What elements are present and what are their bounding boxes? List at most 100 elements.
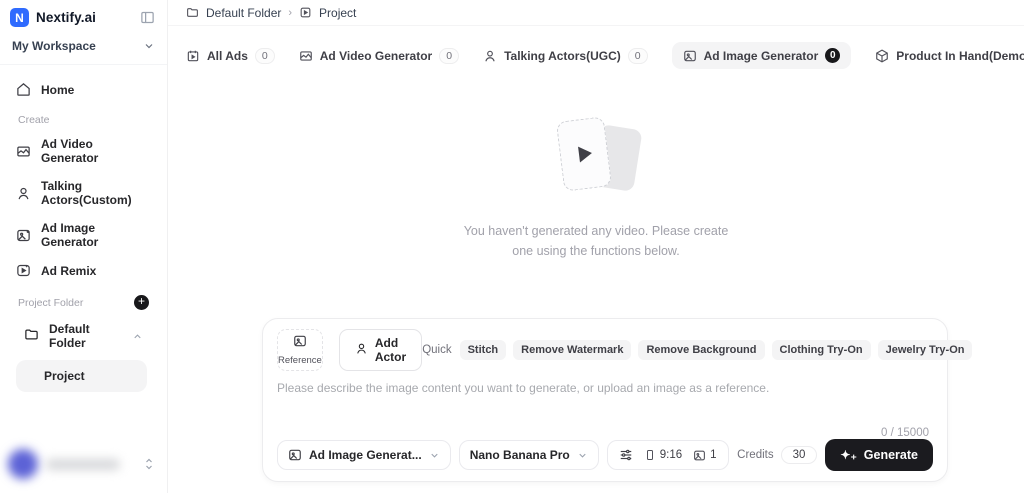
generate-button[interactable]: ✦₊ Generate	[825, 439, 933, 471]
sidebar-item-label: Ad Remix	[41, 263, 97, 278]
reference-label: Reference	[278, 355, 322, 366]
sidebar-item-home[interactable]: Home	[8, 75, 159, 104]
chevron-down-icon	[577, 450, 588, 461]
empty-state-illustration	[536, 115, 656, 207]
composer-panel: Reference Add Actor Quick Stitch Remove …	[262, 318, 973, 482]
credits-value: 30	[780, 446, 818, 464]
avatar	[8, 449, 38, 479]
home-icon	[16, 82, 31, 97]
mode-dropdown-value: Ad Image Generat...	[309, 448, 422, 462]
sidebar-item-ad-image-generator[interactable]: Ad Image Generator	[8, 214, 159, 256]
play-square-icon	[299, 6, 312, 19]
image-icon	[683, 49, 697, 63]
image-count-option[interactable]: 1	[693, 449, 717, 462]
chevron-up-icon	[132, 331, 143, 342]
chevron-updown-icon	[143, 457, 155, 471]
cube-icon	[875, 48, 889, 63]
quick-label: Quick	[422, 344, 452, 356]
person-icon	[355, 342, 368, 358]
sidebar-item-ad-remix[interactable]: Ad Remix	[8, 256, 159, 285]
sidebar-item-label: Home	[41, 82, 75, 97]
generate-label: Generate	[863, 448, 918, 462]
sidebar-item-label: Project	[44, 369, 85, 383]
breadcrumb-page[interactable]: Project	[319, 6, 356, 20]
workspace-selector[interactable]: My Workspace	[0, 33, 167, 65]
add-actor-button[interactable]: Add Actor	[338, 329, 423, 371]
folder-icon	[24, 327, 39, 345]
chip-remove-background[interactable]: Remove Background	[638, 340, 765, 360]
aspect-ratio-option[interactable]: 9:16	[644, 449, 682, 461]
tab-label: Ad Image Generator	[703, 48, 819, 63]
reference-upload-button[interactable]: Reference	[277, 329, 323, 371]
sidebar-header: N Nextify.ai	[0, 0, 167, 33]
image-plus-icon	[16, 228, 31, 243]
quick-actions: Quick Stitch Remove Watermark Remove Bac…	[422, 340, 973, 360]
tab-label: All Ads	[207, 48, 248, 63]
play-icon	[578, 145, 593, 163]
empty-state-message: You haven't generated any video. Please …	[463, 224, 729, 258]
sidebar-item-label: Default Folder	[49, 322, 90, 350]
brand-name: Nextify.ai	[36, 10, 97, 25]
sidebar-item-talking-actors[interactable]: Talking Actors(Custom)	[8, 172, 159, 214]
tab-count: 0	[254, 47, 275, 64]
add-folder-button[interactable]: +	[134, 295, 149, 310]
video-frames-icon	[16, 144, 31, 159]
sidebar-item-label: Talking Actors(Custom)	[41, 179, 132, 207]
person-icon	[483, 49, 497, 63]
tab-count-badge: 0	[825, 48, 841, 63]
output-settings-group: 9:16 1	[606, 440, 729, 470]
sidebar: N Nextify.ai My Workspace Home Create Ad…	[0, 0, 168, 493]
model-dropdown[interactable]: Nano Banana Pro	[458, 440, 599, 470]
chevron-down-icon	[143, 40, 155, 52]
tab-label: Talking Actors(UGC)	[504, 48, 621, 63]
tab-talking-actors-ugc[interactable]: Talking Actors(UGC) 0	[483, 47, 648, 64]
breadcrumb-separator: ›	[288, 6, 293, 19]
workspace-label: My Workspace	[12, 39, 96, 53]
brand-logo: N	[10, 8, 29, 27]
mode-dropdown[interactable]: Ad Image Generat...	[277, 440, 451, 470]
composer-controls: Ad Image Generat... Nano Banana Pro 9:16	[277, 439, 933, 471]
chip-remove-watermark[interactable]: Remove Watermark	[513, 340, 632, 360]
sidebar-item-default-folder[interactable]: Default Folder	[16, 314, 151, 358]
play-star-icon	[16, 263, 31, 278]
sidebar-collapse-icon[interactable]	[140, 10, 155, 25]
aspect-ratio-value: 9:16	[659, 449, 683, 461]
folder-icon	[186, 6, 199, 19]
video-frames-icon	[299, 49, 313, 63]
tab-label: Product In Hand(Demo)	[896, 48, 1024, 63]
tab-count: 0	[627, 47, 648, 64]
sidebar-item-project[interactable]: Project	[16, 360, 147, 392]
sidebar-item-ad-video-generator[interactable]: Ad Video Generator	[8, 130, 159, 172]
model-dropdown-value: Nano Banana Pro	[469, 448, 570, 462]
prompt-input[interactable]	[277, 381, 933, 435]
chip-jewelry-try-on[interactable]: Jewelry Try-On	[877, 340, 973, 360]
breadcrumb: Default Folder › Project	[168, 0, 1024, 26]
image-count-value: 1	[710, 449, 717, 461]
tab-ad-image-generator[interactable]: Ad Image Generator 0	[671, 42, 852, 69]
character-counter: 0 / 15000	[881, 427, 929, 439]
project-folder-section: Project Folder +	[8, 285, 159, 314]
create-section-label: Create	[18, 114, 50, 126]
add-actor-label: Add Actor	[374, 336, 407, 364]
chip-clothing-try-on[interactable]: Clothing Try-On	[771, 340, 871, 360]
tab-all-ads[interactable]: All Ads 0	[186, 47, 275, 64]
sidebar-item-label: Ad Video Generator	[41, 137, 99, 165]
credits-label: Credits	[737, 449, 774, 461]
tab-bar: All Ads 0 Ad Video Generator 0 Talking A…	[168, 26, 1024, 69]
user-name-redacted	[46, 458, 120, 470]
tab-product-in-hand[interactable]: Product In Hand(Demo) 0	[875, 48, 1024, 64]
tab-ad-video-generator[interactable]: Ad Video Generator 0	[299, 47, 460, 64]
settings-sliders-icon[interactable]	[619, 448, 633, 462]
person-icon	[16, 186, 31, 201]
image-icon	[288, 448, 302, 462]
breadcrumb-folder[interactable]: Default Folder	[206, 6, 281, 20]
chevron-down-icon	[429, 450, 440, 461]
sidebar-item-label: Ad Image Generator	[41, 221, 99, 249]
portrait-phone-icon	[644, 449, 656, 461]
user-account-menu[interactable]	[0, 439, 167, 493]
sparkle-icon: ✦₊	[840, 448, 857, 462]
chip-stitch[interactable]: Stitch	[459, 340, 507, 360]
all-ads-icon	[186, 49, 200, 63]
empty-state: You haven't generated any video. Please …	[168, 115, 1024, 261]
tab-label: Ad Video Generator	[319, 48, 433, 63]
